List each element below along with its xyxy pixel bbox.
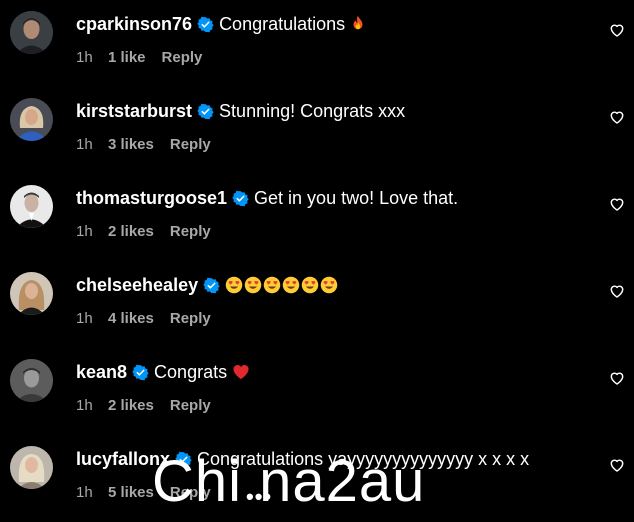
avatar[interactable] — [10, 98, 53, 141]
heart-outline-icon[interactable] — [609, 196, 625, 212]
comment-text: Get in you two! Love that. — [254, 187, 459, 208]
heart-outline-icon[interactable] — [609, 283, 625, 299]
heart-eyes-face-icon — [301, 276, 319, 294]
reply-button[interactable]: Reply — [170, 223, 211, 240]
comment-item: cparkinson76 Congratulations 1h 1 like R… — [0, 0, 634, 87]
comment-username[interactable]: thomasturgoose1 — [76, 188, 227, 209]
comment-item: kirststarburst Stunning! Congrats xxx 1h… — [0, 87, 634, 174]
avatar[interactable] — [10, 11, 53, 54]
comments-list: cparkinson76 Congratulations 1h 1 like R… — [0, 0, 634, 521]
avatar[interactable] — [10, 359, 53, 402]
comment-item: chelseehealey 1h 4 likes Reply — [0, 261, 634, 348]
fire-icon — [349, 15, 367, 33]
comment-time: 1h — [76, 396, 93, 414]
verified-badge-icon — [132, 364, 149, 381]
heart-eyes-face-icon — [320, 276, 338, 294]
comment-text: Congrats — [154, 361, 228, 382]
verified-badge-icon — [197, 103, 214, 120]
heart-eyes-face-icon — [244, 276, 262, 294]
heart-outline-icon[interactable] — [609, 109, 625, 125]
comment-text: Congratulations — [219, 13, 346, 34]
heart-eyes-face-icon — [263, 276, 281, 294]
comment-time: 1h — [76, 483, 93, 501]
heart-outline-icon[interactable] — [609, 457, 625, 473]
comment-item: kean8 Congrats 1h 2 likes Reply — [0, 348, 634, 435]
comment-time: 1h — [76, 135, 93, 153]
comment-likes[interactable]: 3 likes — [108, 136, 154, 153]
heart-eyes-face-icon — [225, 276, 243, 294]
watermark: Chi na2au — [152, 449, 426, 514]
heart-eyes-face-icon — [282, 276, 300, 294]
comment-time: 1h — [76, 222, 93, 240]
comment-likes[interactable]: 5 likes — [108, 484, 154, 501]
verified-badge-icon — [203, 277, 220, 294]
comment-likes[interactable]: 1 like — [108, 49, 146, 66]
avatar[interactable] — [10, 185, 53, 228]
emoji-row — [225, 276, 338, 294]
comment-time: 1h — [76, 309, 93, 327]
verified-badge-icon — [232, 190, 249, 207]
heart-outline-icon[interactable] — [609, 22, 625, 38]
comment-likes[interactable]: 2 likes — [108, 397, 154, 414]
heart-outline-icon[interactable] — [609, 370, 625, 386]
comment-username[interactable]: cparkinson76 — [76, 14, 192, 35]
reply-button[interactable]: Reply — [170, 310, 211, 327]
comment-likes[interactable]: 4 likes — [108, 310, 154, 327]
avatar[interactable] — [10, 446, 53, 489]
comment-time: 1h — [76, 48, 93, 66]
reply-button[interactable]: Reply — [170, 397, 211, 414]
verified-badge-icon — [197, 16, 214, 33]
comment-item: thomasturgoose1 Get in you two! Love tha… — [0, 174, 634, 261]
comment-username[interactable]: kean8 — [76, 362, 127, 383]
comment-username[interactable]: chelseehealey — [76, 275, 198, 296]
avatar[interactable] — [10, 272, 53, 315]
comment-text: Stunning! Congrats xxx — [219, 100, 406, 121]
reply-button[interactable]: Reply — [170, 136, 211, 153]
comment-username[interactable]: kirststarburst — [76, 101, 192, 122]
comment-likes[interactable]: 2 likes — [108, 223, 154, 240]
red-heart-icon — [232, 363, 250, 381]
reply-button[interactable]: Reply — [162, 49, 203, 66]
